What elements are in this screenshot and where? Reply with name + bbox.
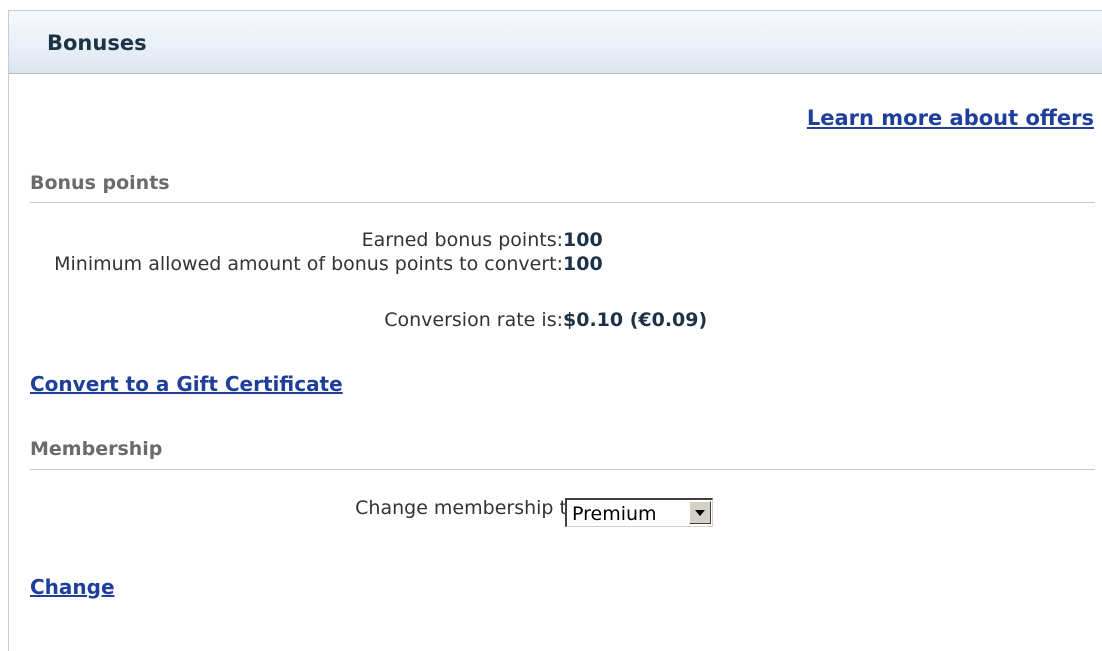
minimum-bonus-points-label: Minimum allowed amount of bonus points t… bbox=[54, 253, 563, 275]
membership-heading: Membership bbox=[30, 438, 1095, 470]
membership-select[interactable]: Premium bbox=[565, 498, 713, 527]
conversion-rate-value: $0.10 (€0.09) bbox=[563, 309, 708, 331]
change-membership-label: Change membership to: bbox=[355, 497, 585, 519]
membership-change-row: Change membership to: Premium bbox=[30, 495, 1095, 527]
bonus-points-heading: Bonus points bbox=[30, 172, 1095, 203]
convert-gift-certificate-link[interactable]: Convert to a Gift Certificate bbox=[30, 372, 343, 396]
chevron-down-icon[interactable] bbox=[689, 501, 711, 524]
earned-bonus-points-value: 100 bbox=[563, 229, 603, 251]
minimum-bonus-points-value: 100 bbox=[563, 253, 603, 275]
membership-selected-value: Premium bbox=[572, 503, 657, 525]
learn-more-link[interactable]: Learn more about offers bbox=[807, 106, 1094, 130]
conversion-rate-label: Conversion rate is: bbox=[384, 309, 563, 331]
change-membership-link[interactable]: Change bbox=[30, 575, 115, 599]
panel-header: Bonuses bbox=[9, 11, 1102, 74]
panel-title: Bonuses bbox=[47, 31, 147, 55]
earned-bonus-points-label: Earned bonus points: bbox=[361, 229, 563, 251]
bonuses-panel: Bonuses Learn more about offers Bonus po… bbox=[8, 10, 1102, 651]
